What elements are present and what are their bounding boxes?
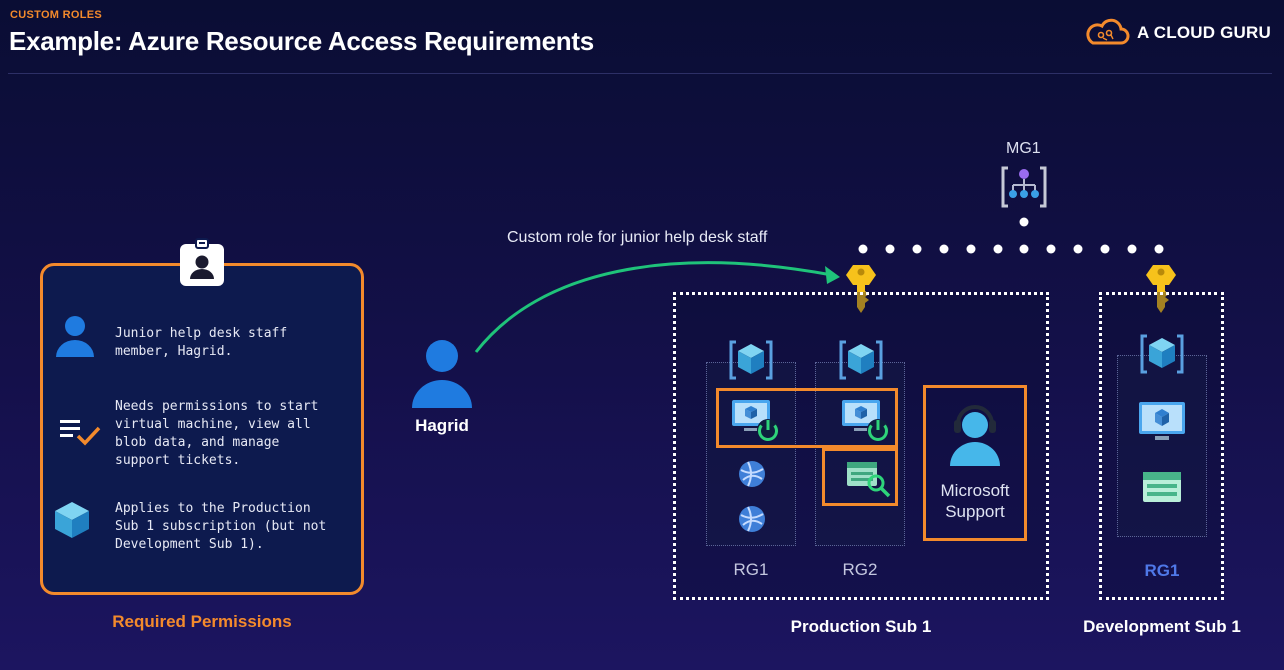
arrow-label: Custom role for junior help desk staff [507,229,768,246]
resource-group-icon [728,338,774,382]
header-divider [8,73,1272,74]
page-title: Example: Azure Resource Access Requireme… [9,26,594,56]
storage-icon [1142,470,1182,504]
resource-group-label: RG1 [733,560,769,579]
virtual-machine-start-icon [730,398,782,444]
permission-item-text: Needs permissions to start virtual machi… [115,399,319,468]
id-badge-icon [178,238,226,288]
virtual-machine-icon [1137,400,1187,446]
management-group-icon [1000,164,1048,210]
cloud-logo-icon [1084,17,1130,47]
checklist-icon [58,416,102,448]
user-name: Hagrid [415,416,469,435]
hierarchy-dotted-line [858,217,1164,254]
resource-group-label: RG1 [1144,561,1180,580]
storage-search-icon [844,458,892,498]
resource-group-icon [838,338,884,382]
resource-group-icon [1139,332,1185,376]
permission-item-text: Junior help desk staff member, Hagrid. [115,326,288,359]
microsoft-support-label: Microsoft Support [940,481,1010,521]
user-icon [54,313,96,359]
production-subscription-label: Production Sub 1 [790,617,932,636]
network-globe-icon [736,503,768,535]
user-icon [410,338,474,410]
permissions-caption: Required Permissions [112,612,292,631]
virtual-machine-start-icon [840,398,892,444]
resource-group-label: RG2 [842,560,878,579]
cube-icon [53,500,91,540]
section-tag: CUSTOM ROLES [10,9,103,21]
brand-name: A CLOUD GURU [1137,23,1271,42]
permission-item-text: Applies to the Production Sub 1 subscrip… [115,501,327,552]
network-globe-icon [736,458,768,490]
development-subscription-label: Development Sub 1 [1083,617,1241,636]
management-group-label: MG1 [1006,140,1041,157]
support-agent-icon [946,400,1004,468]
